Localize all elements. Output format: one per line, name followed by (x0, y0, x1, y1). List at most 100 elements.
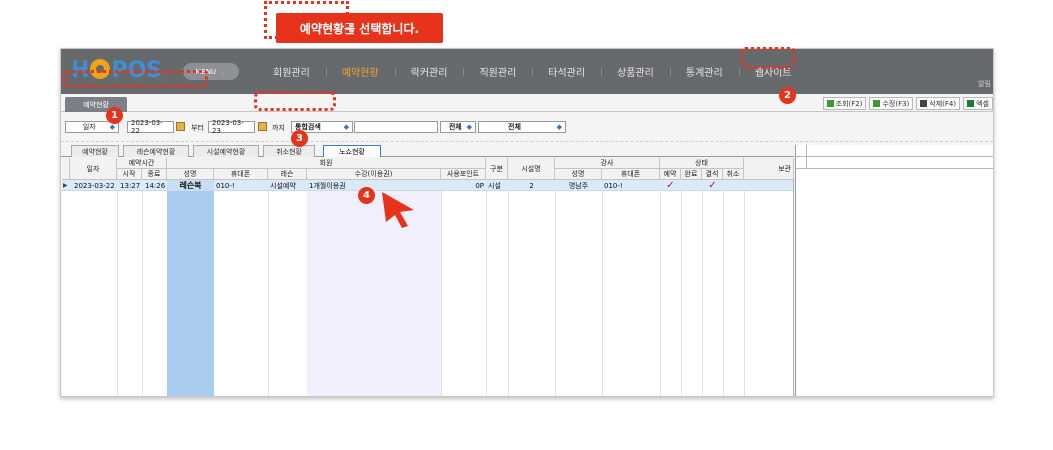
step-badge-2: 2 (779, 87, 796, 104)
cell-reserved-check[interactable]: ✓ (660, 180, 681, 191)
cell-instructor-phone: 010-! (604, 181, 623, 190)
detail-panel-divider (806, 145, 807, 169)
filter-select-2[interactable]: 전체 ◆ (478, 121, 566, 133)
dropdown-arrow-icon: ◆ (109, 123, 115, 131)
step-badge-1: 1 (106, 107, 123, 124)
grid-divider (508, 191, 509, 396)
dropdown-arrow-icon: ◆ (466, 123, 472, 131)
header-points: 사용포인트 (441, 169, 486, 180)
cell-absent-check[interactable]: ✓ (702, 180, 723, 191)
header-instructor-group: 강사 (555, 158, 660, 169)
filter-bar: 일자 ◆ 2023-03-22 부터 2023-03-23 까지 통합검색 ◆ … (61, 116, 993, 142)
search-input[interactable] (354, 121, 438, 133)
nav-item-lockers[interactable]: 락커관리 (394, 64, 464, 79)
cell-points: 0P (475, 181, 484, 190)
tab-reservation-status[interactable]: 예약현황 (71, 145, 119, 157)
header-lesson: 레슨 (268, 169, 307, 180)
excel-icon (967, 100, 975, 107)
header-instructor-name: 성명 (555, 169, 602, 180)
header-category: 구분 (486, 158, 508, 180)
edit-icon (873, 100, 881, 107)
filter-select-1[interactable]: 전체 ◆ (440, 121, 476, 133)
date-to-input[interactable]: 2023-03-23 (208, 119, 255, 135)
pointer-arrow-icon (382, 192, 414, 228)
grid-divider (744, 191, 745, 396)
nav-item-stats[interactable]: 통계관리 (669, 64, 739, 79)
highlight-noshow-tab (254, 91, 336, 111)
dropdown-arrow-icon: ◆ (343, 123, 349, 131)
grid-divider (142, 191, 143, 396)
nav-item-bays[interactable]: 타석관리 (532, 64, 601, 79)
tab-cancel-status[interactable]: 취소현황 (263, 145, 315, 157)
date-from-input[interactable]: 2023-03-22 (127, 119, 174, 135)
cell-cancel-check[interactable] (723, 180, 744, 191)
chevron-down-icon: ⌄ (220, 67, 227, 76)
table-row[interactable]: ▶ 2023-03-22 13:27 14:26 레슨북 010-! 시설예약 … (62, 180, 793, 191)
main-nav: 회원관리 예약현황 락커관리 직원관리 타석관리 상품관리 통계관리 웹사이트 (257, 49, 808, 94)
search-button-label: 조회(F2) (835, 99, 863, 108)
header-done: 완료 (681, 169, 702, 180)
sub-toolbar: 예약현황 조회(F2) 수정(F3) 삭제(F4) 엑셀 (61, 94, 993, 112)
edit-button-label: 수정(F3) (882, 99, 910, 108)
grid-divider (117, 191, 118, 396)
detail-panel-header (796, 145, 993, 157)
header-cancel: 취소 (723, 169, 744, 180)
header-instructor-phone: 휴대폰 (602, 169, 660, 180)
header-status-group: 상태 (660, 158, 744, 169)
grid-divider (602, 191, 603, 396)
grid-divider (486, 191, 487, 396)
to-label: 까지 (272, 124, 285, 132)
detail-panel-subheader (796, 157, 993, 169)
step-badge-3: 3 (291, 130, 308, 147)
cell-date: 2023-03-22 (74, 181, 115, 190)
header-end: 종료 (142, 169, 167, 180)
excel-button[interactable]: 엑셀 (963, 97, 993, 110)
header-time-group: 예약시간 (117, 158, 167, 169)
trash-icon (920, 100, 928, 107)
header-absent: 결석 (702, 169, 723, 180)
cell-name: 레슨북 (167, 180, 214, 191)
highlight-search-button (741, 47, 795, 69)
tab-noshow-status[interactable]: 노쇼현황 (323, 145, 381, 157)
tab-lesson-reservation-status[interactable]: 레슨예약현황 (123, 145, 189, 157)
cell-end: 14:26 (145, 181, 166, 190)
name-column-shade (167, 191, 214, 396)
edit-button[interactable]: 수정(F3) (869, 97, 914, 110)
action-toolbar: 조회(F2) 수정(F3) 삭제(F4) 엑셀 (822, 97, 993, 110)
cell-phone: 010-! (216, 181, 235, 190)
cell-ticket: 1개월이용권 (309, 181, 346, 190)
header-reserved: 예약 (660, 169, 681, 180)
header-member-group: 회원 (167, 158, 486, 169)
grid-divider (702, 191, 703, 396)
grid-divider (681, 191, 682, 396)
nav-item-staff[interactable]: 직원관리 (463, 64, 532, 79)
cell-category: 시설 (488, 181, 501, 190)
nav-item-products[interactable]: 상품관리 (601, 64, 670, 79)
delete-button[interactable]: 삭제(F4) (916, 97, 961, 110)
header-ticket: 수강(이용권) (307, 169, 441, 180)
step-badge-4: 4 (358, 187, 375, 204)
cell-done-check[interactable] (681, 180, 702, 191)
header-phone: 휴대폰 (214, 169, 268, 180)
grid-divider (441, 191, 442, 396)
grid-divider (723, 191, 724, 396)
tab-facility-reservation-status[interactable]: 시설예약현황 (193, 145, 259, 157)
date-type-value: 일자 (82, 123, 96, 131)
calendar-icon[interactable] (176, 122, 185, 131)
app-window: H POS MENU ⌄ 회원관리 예약현황 락커관리 직원관리 타석관리 상품관… (60, 48, 994, 397)
row-indicator-header (62, 158, 70, 180)
highlight-date-range (63, 70, 208, 88)
nav-item-reservations[interactable]: 예약현황 (325, 64, 395, 79)
highlight-nav-reservations (264, 1, 349, 39)
row-pointer-icon: ▶ (63, 182, 68, 189)
from-label: 부터 (191, 124, 204, 132)
search-button[interactable]: 조회(F2) (822, 97, 867, 110)
notification-link[interactable]: 알림 (978, 79, 991, 89)
reservation-grid: 일자 예약시간 시작 종료 회원 성명 휴대폰 레슨 수강(이용권) 사용포인트… (62, 158, 794, 396)
calendar-icon[interactable] (258, 122, 267, 131)
nav-item-members[interactable]: 회원관리 (257, 64, 326, 79)
search-icon (826, 100, 834, 107)
header-facility: 시설명 (508, 158, 555, 180)
ticket-column-shade (307, 191, 441, 396)
dropdown-arrow-icon: ◆ (556, 123, 562, 131)
